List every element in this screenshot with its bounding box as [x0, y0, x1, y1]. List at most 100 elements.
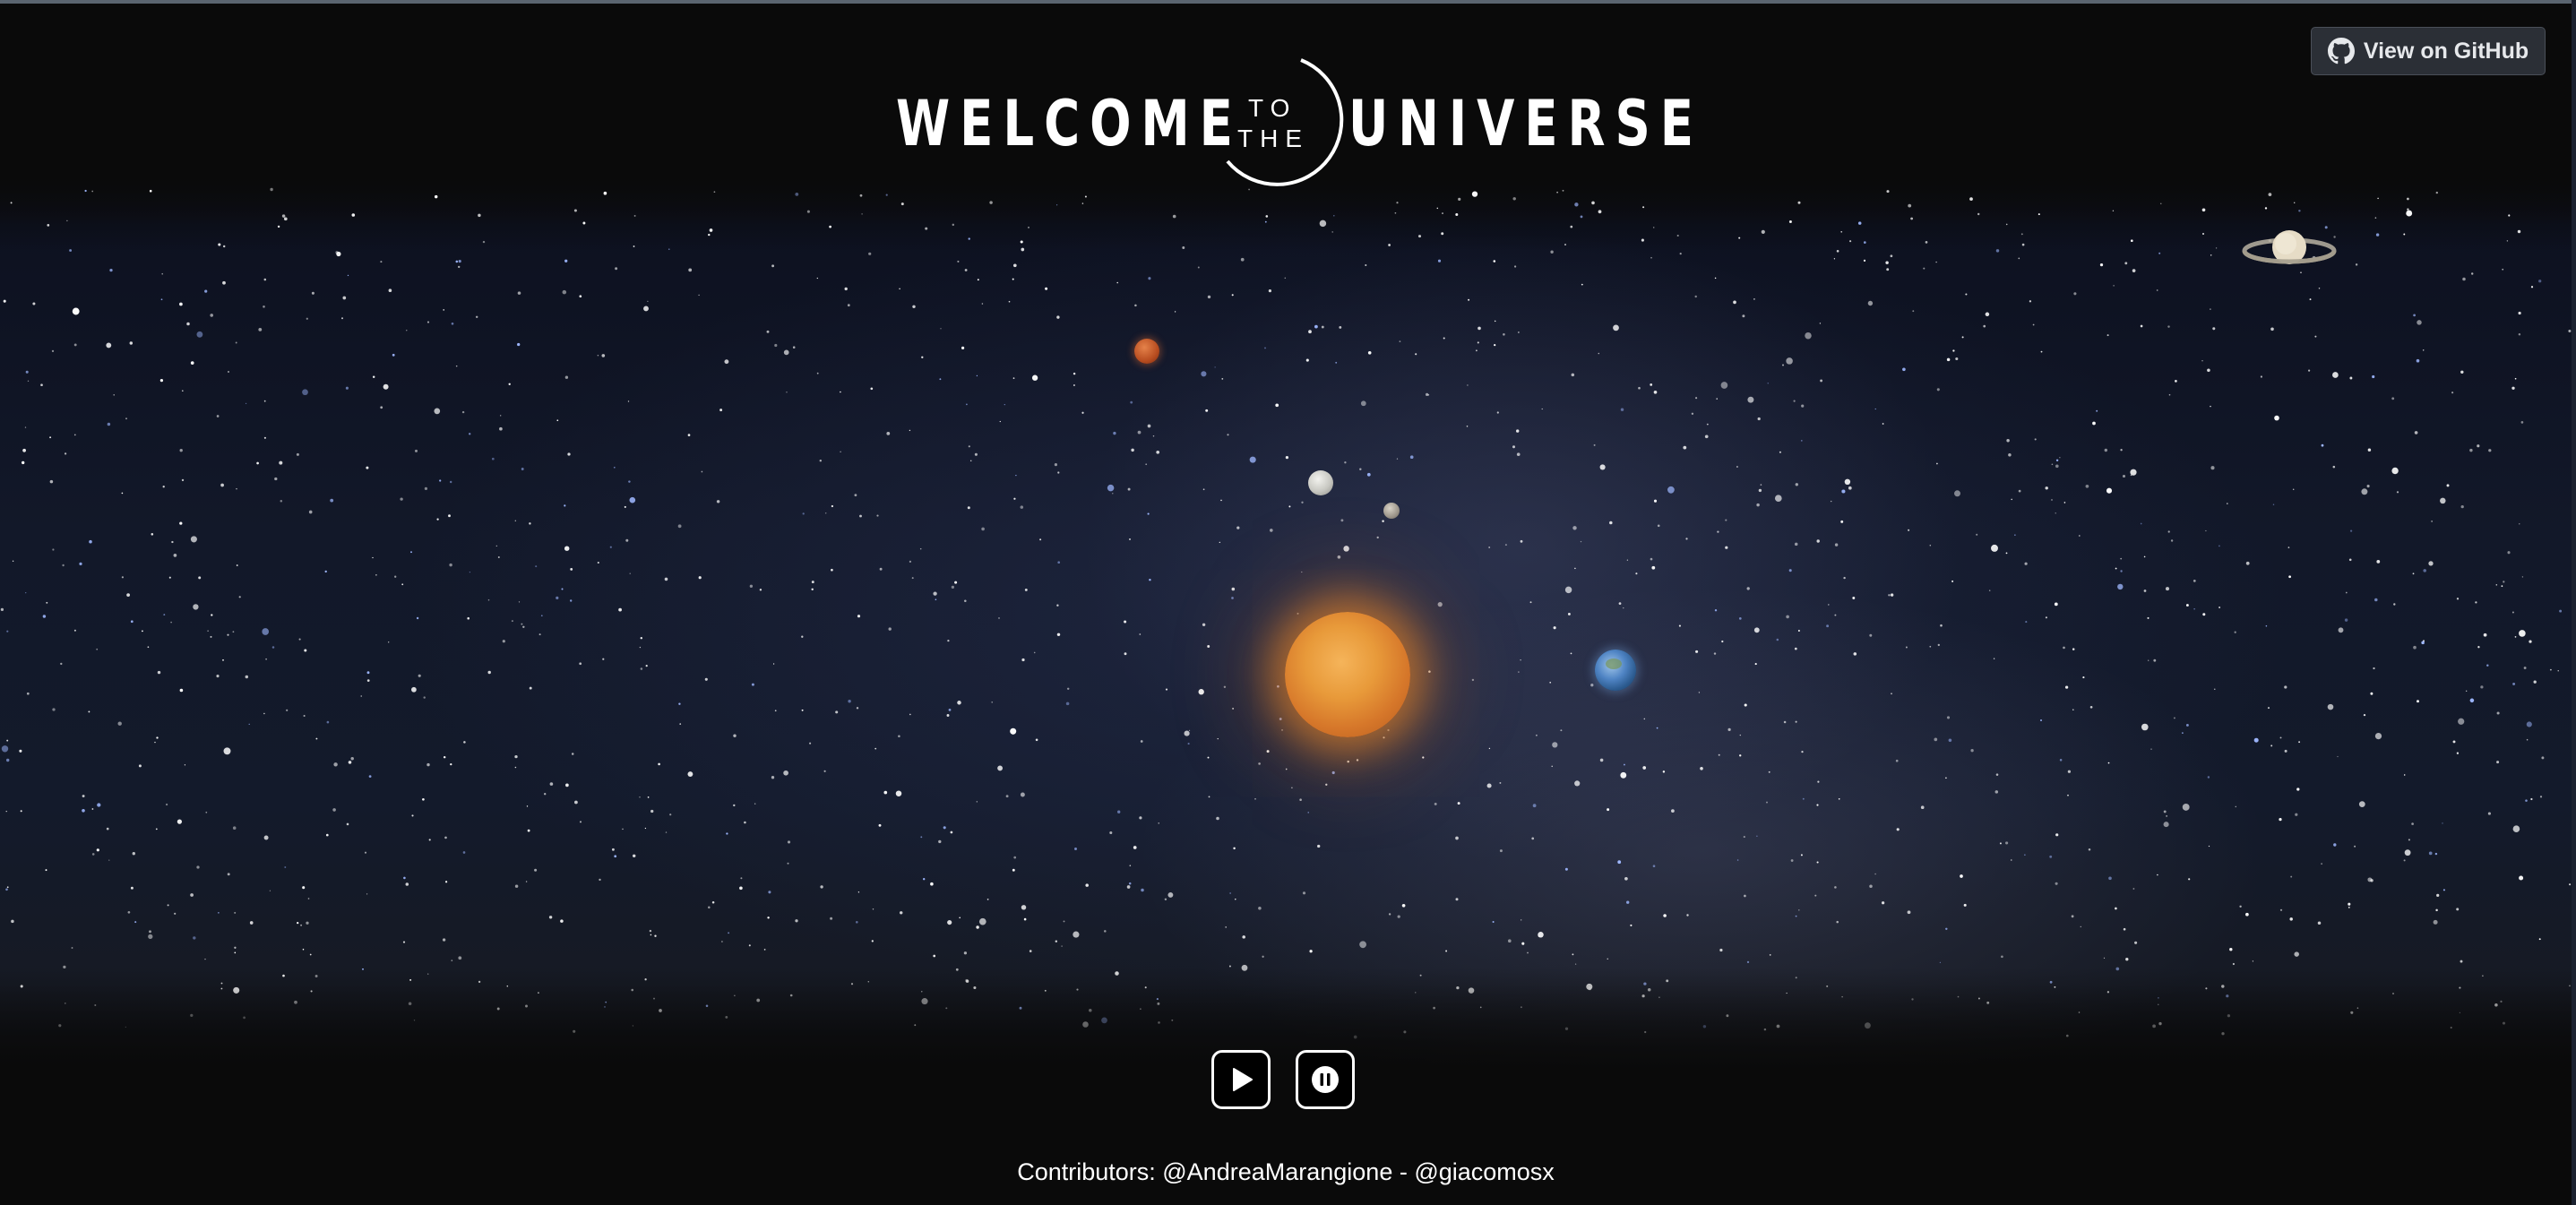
star	[1174, 311, 1176, 313]
star	[2538, 280, 2542, 283]
star	[1165, 688, 1168, 691]
star	[147, 646, 150, 649]
sun[interactable]	[1285, 612, 1410, 737]
star	[1925, 241, 1928, 244]
star	[1890, 593, 1894, 597]
star	[205, 811, 208, 813]
star	[2156, 289, 2158, 291]
star	[1494, 343, 1496, 347]
star	[801, 709, 804, 711]
star	[965, 978, 969, 983]
small-moon[interactable]	[1383, 503, 1400, 519]
star	[961, 346, 965, 350]
star	[1285, 768, 1288, 770]
saturn[interactable]	[2240, 224, 2339, 278]
star	[1753, 298, 1755, 300]
star	[496, 1007, 500, 1011]
star	[2456, 908, 2460, 911]
star	[609, 546, 612, 548]
star	[1488, 747, 1491, 750]
star	[444, 836, 447, 839]
star	[1951, 580, 1954, 582]
star	[342, 296, 347, 300]
star	[640, 667, 643, 670]
star	[315, 737, 318, 740]
star	[948, 709, 952, 711]
star	[1101, 1017, 1107, 1024]
star	[2051, 463, 2054, 466]
star	[32, 302, 36, 306]
star	[451, 322, 454, 325]
star	[2185, 723, 2189, 727]
star	[848, 699, 851, 703]
star	[132, 852, 135, 856]
pause-button[interactable]	[1296, 1050, 1355, 1109]
star	[1719, 948, 1723, 952]
star	[179, 449, 183, 452]
star	[491, 457, 495, 460]
star	[1581, 283, 1583, 286]
star	[816, 372, 819, 374]
star	[401, 583, 404, 586]
star	[1840, 520, 1844, 523]
star	[2393, 603, 2396, 606]
star	[383, 383, 389, 390]
star	[909, 713, 911, 716]
star	[1532, 804, 1537, 808]
star	[463, 741, 466, 744]
star	[2456, 752, 2460, 754]
star	[2433, 919, 2438, 925]
star	[2193, 608, 2195, 610]
star	[567, 452, 571, 456]
star	[1836, 920, 1839, 924]
star	[2123, 927, 2126, 931]
star	[1613, 324, 1619, 331]
star	[1207, 645, 1210, 648]
star	[1494, 320, 1496, 323]
star	[1140, 740, 1143, 743]
view-on-github-button[interactable]: View on GitHub	[2311, 27, 2546, 75]
star	[2063, 646, 2065, 650]
star	[759, 589, 762, 591]
star	[2227, 1014, 2231, 1018]
star	[190, 361, 194, 365]
mars[interactable]	[1134, 339, 1159, 364]
star	[1746, 960, 1750, 964]
star	[1319, 219, 1327, 228]
star	[1223, 685, 1227, 688]
star	[1233, 847, 1236, 850]
star	[1795, 483, 1798, 486]
star	[2152, 1024, 2156, 1029]
star	[1551, 765, 1553, 768]
star	[443, 309, 444, 311]
earth[interactable]	[1595, 650, 1636, 691]
star	[653, 997, 655, 1000]
star	[986, 899, 989, 900]
star	[47, 224, 50, 227]
star	[1572, 526, 1577, 530]
star	[1939, 961, 1942, 963]
play-button[interactable]	[1211, 1050, 1271, 1109]
star	[521, 623, 523, 625]
star	[1663, 914, 1667, 917]
star	[1800, 854, 1803, 856]
star	[1886, 268, 1890, 271]
star	[125, 1026, 126, 1029]
star	[84, 189, 87, 193]
star	[1488, 547, 1491, 548]
star	[2416, 358, 2420, 363]
star	[11, 919, 14, 924]
star	[739, 886, 743, 891]
star	[1574, 567, 1576, 570]
star	[562, 289, 567, 295]
star	[1220, 499, 1222, 502]
star	[811, 588, 814, 591]
star	[2122, 474, 2126, 478]
star	[216, 675, 220, 678]
star	[2296, 788, 2300, 791]
star	[816, 277, 818, 280]
star	[2092, 421, 2096, 426]
star	[22, 460, 25, 465]
star	[1588, 986, 1592, 991]
moon[interactable]	[1308, 470, 1333, 495]
